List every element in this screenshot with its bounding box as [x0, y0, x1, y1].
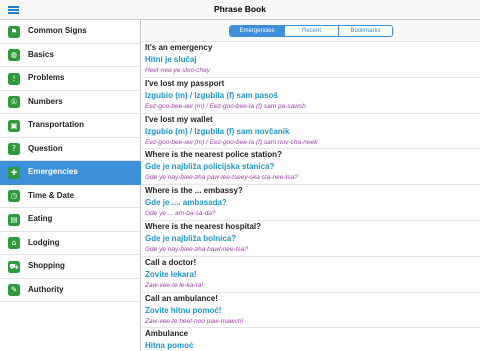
list-item[interactable]: Call a doctor! Zovite lekara! Zaw-vee-te…: [142, 257, 480, 293]
page-title: Phrase Book: [214, 4, 266, 14]
tab-emergencies[interactable]: Emergencies: [230, 26, 284, 36]
sidebar-item-shopping[interactable]: ⛟ Shopping: [0, 255, 141, 279]
pen-icon: ✎: [8, 284, 20, 296]
sidebar-item-common-signs[interactable]: ⚑ Common Signs: [0, 20, 141, 44]
english-phrase: Where is the nearest hospital?: [145, 221, 262, 231]
translation: Zovite hitnu pomoć!: [145, 305, 222, 315]
sidebar-item-numbers[interactable]: ① Numbers: [0, 91, 141, 114]
globe-icon: ◍: [8, 49, 20, 61]
sidebar-item-label: Numbers: [28, 96, 63, 106]
clock-icon: ◷: [8, 190, 20, 202]
list-item[interactable]: Where is the nearest hospital? Gde je na…: [142, 221, 480, 257]
list-item[interactable]: I've lost my passport Izgubio (m) / Izgu…: [142, 78, 480, 114]
food-icon: ▤: [8, 213, 20, 226]
english-phrase: Where is the ... embassy?: [145, 186, 243, 196]
sidebar-item-label: Eating: [28, 214, 53, 223]
pronunciation: Eez-goo-bee-aw (m) / Eez-goo-bee-la (f) …: [145, 102, 306, 110]
sidebar-item-label: Common Signs: [28, 26, 87, 35]
sidebar-item-authority[interactable]: ✎ Authority: [0, 279, 141, 302]
translation: Zovite lekara!: [145, 269, 197, 279]
category-sidebar: ⚑ Common Signs ◍ Basics ! Problems ① Num…: [0, 20, 141, 351]
tab-bookmarks[interactable]: Bookmarks: [338, 26, 392, 36]
sidebar-item-basics[interactable]: ◍ Basics: [0, 44, 141, 67]
bus-icon: ▣: [8, 119, 20, 132]
sidebar-item-label: Emergencies: [28, 167, 78, 176]
list-item[interactable]: Call an ambulance! Zovite hitnu pomoć! Z…: [142, 293, 480, 329]
list-item[interactable]: I've lost my wallet Izgubio (m) / Izgubi…: [142, 114, 480, 150]
translation: Izgubio (m) / Izgubila (f) sam novčanik: [145, 126, 290, 136]
list-item[interactable]: Where is the nearest police station? Gde…: [142, 149, 480, 186]
sidebar-item-emergencies[interactable]: ✚ Emergencies: [0, 161, 141, 185]
sidebar-item-label: Basics: [28, 49, 54, 59]
english-phrase: I've lost my passport: [145, 78, 225, 88]
translation: Hitna pomoć: [145, 341, 194, 351]
sidebar-item-label: Shopping: [28, 261, 65, 270]
sign-icon: ⚑: [8, 25, 20, 38]
english-phrase: I've lost my wallet: [145, 114, 213, 124]
tab-recent[interactable]: Recent: [284, 26, 338, 36]
segmented-control: Emergencies Recent Bookmarks: [229, 25, 393, 37]
sidebar-item-label: Authority: [28, 284, 64, 294]
sidebar-item-problems[interactable]: ! Problems: [0, 67, 141, 91]
pronunciation: Gde ye nay-blee-zha paw-lee-tseey-ska st…: [145, 174, 298, 182]
pronunciation: Heet-nee ye sloo-chay: [145, 67, 211, 74]
emergency-icon: ✚: [8, 166, 20, 179]
sidebar-item-question[interactable]: ? Question: [0, 138, 141, 161]
sidebar-item-label: Time & Date: [28, 190, 75, 200]
translation: Gde je najbliža bolnica?: [145, 233, 237, 243]
list-item[interactable]: Ambulance Hitna pomoć: [142, 328, 480, 351]
translation: Gde je najbliža policijska stanica?: [145, 162, 275, 172]
phrase-panel: Emergencies Recent Bookmarks It's an eme…: [142, 20, 480, 351]
sidebar-item-lodging[interactable]: ⌂ Lodging: [0, 232, 141, 255]
sidebar-item-time-date[interactable]: ◷ Time & Date: [0, 185, 141, 208]
phrase-list: It's an emergency Hitni je slučaj Heet-n…: [142, 42, 480, 351]
sidebar-item-label: Lodging: [28, 237, 60, 247]
question-icon: ?: [8, 143, 20, 155]
english-phrase: Ambulance: [145, 329, 189, 339]
warning-icon: !: [8, 72, 20, 85]
sidebar-item-transportation[interactable]: ▣ Transportation: [0, 114, 141, 138]
english-phrase: Where is the nearest police station?: [145, 150, 282, 160]
sidebar-item-eating[interactable]: ▤ Eating: [0, 208, 141, 232]
list-item[interactable]: It's an emergency Hitni je slučaj Heet-n…: [142, 42, 480, 78]
segmented-control-bar: Emergencies Recent Bookmarks: [142, 20, 480, 42]
cart-icon: ⛟: [8, 260, 20, 273]
pronunciation: Zaw-vee-te le-ka-ra!: [145, 281, 204, 289]
english-phrase: Call an ambulance!: [145, 293, 218, 303]
home-icon: ⌂: [8, 237, 20, 249]
sidebar-item-label: Problems: [28, 73, 65, 82]
list-item[interactable]: Where is the ... embassy? Gde je .... am…: [142, 185, 480, 221]
pronunciation: Zaw-vee-te heet-noo paw-mawch!: [145, 317, 244, 325]
translation: Izgubio (m) / Izgubila (f) sam pasoš: [145, 90, 278, 100]
numbers-icon: ①: [8, 96, 20, 108]
pronunciation: Gde ye ... am-ba-sa-da?: [145, 210, 216, 218]
english-phrase: It's an emergency: [145, 43, 213, 52]
pronunciation: Eez-goo-bee-aw (m) / Eez-goo-bee-la (f) …: [145, 138, 318, 146]
translation: Hitni je slučaj: [145, 55, 197, 64]
sidebar-item-label: Transportation: [28, 120, 85, 129]
english-phrase: Call a doctor!: [145, 257, 197, 267]
navigation-bar: Phrase Book: [0, 0, 480, 20]
pronunciation: Gde ye nay-blee-zha bawl-nee-tsa?: [145, 245, 248, 253]
translation: Gde je .... ambasada?: [145, 198, 227, 208]
sidebar-item-label: Question: [28, 143, 63, 153]
